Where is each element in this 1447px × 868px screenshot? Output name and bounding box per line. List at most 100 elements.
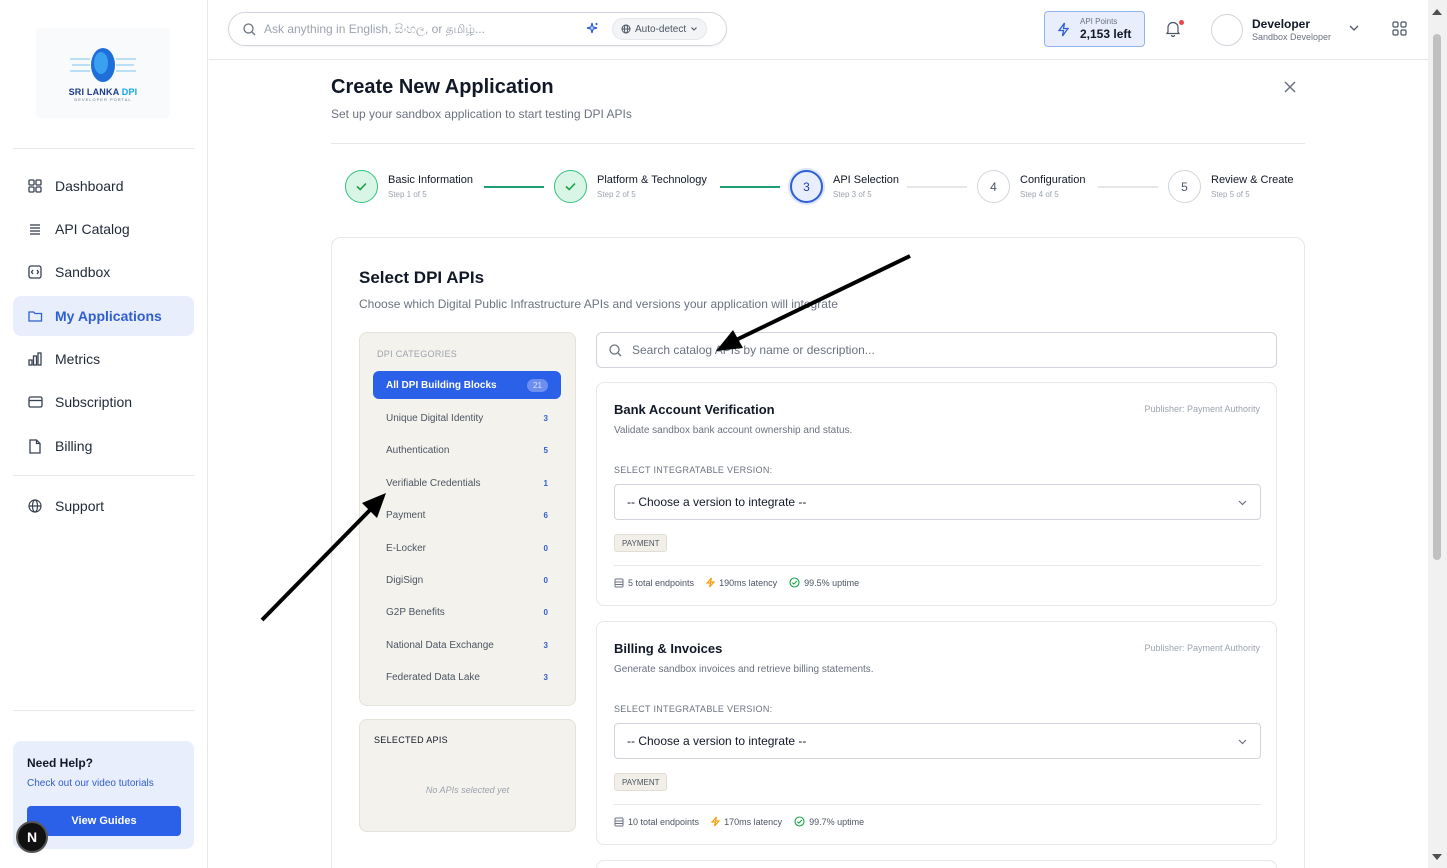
chevron-down-icon bbox=[1238, 739, 1247, 745]
close-icon[interactable] bbox=[1282, 79, 1298, 95]
scrollbar-thumb[interactable] bbox=[1433, 34, 1441, 560]
step-connector bbox=[907, 186, 967, 188]
category-heading: DPI CATEGORIES bbox=[377, 349, 458, 359]
step-4-circle[interactable]: 4 bbox=[977, 170, 1010, 203]
version-select[interactable]: -- Choose a version to integrate -- bbox=[614, 723, 1261, 759]
step-1-name: Basic Information bbox=[388, 174, 473, 186]
api-search-input[interactable] bbox=[632, 343, 1232, 357]
step-1-circle[interactable] bbox=[345, 170, 378, 203]
sparkle-icon[interactable] bbox=[586, 22, 599, 35]
chevron-down-icon bbox=[1238, 500, 1247, 506]
category-count: 21 bbox=[527, 378, 548, 392]
logo-wordmark: SRI LANKA DPI bbox=[68, 86, 138, 97]
sidebar-item-subscription[interactable]: Subscription bbox=[13, 382, 194, 422]
page-title: Create New Application bbox=[331, 76, 554, 98]
category-item-national-data-exchange[interactable]: National Data Exchange 3 bbox=[373, 631, 561, 659]
category-item-all[interactable]: All DPI Building Blocks 21 bbox=[373, 371, 561, 399]
category-count: 5 bbox=[543, 445, 548, 455]
sidebar-item-label: Support bbox=[55, 498, 105, 514]
api-uptime: 99.5% uptime bbox=[804, 577, 860, 588]
api-card: Billing & Invoices Publisher: Payment Au… bbox=[596, 621, 1277, 845]
category-item-e-locker[interactable]: E-Locker 0 bbox=[373, 534, 561, 562]
category-count: 0 bbox=[543, 607, 548, 617]
globe-icon bbox=[621, 24, 631, 34]
database-icon bbox=[614, 578, 624, 587]
user-name[interactable]: Developer bbox=[1252, 17, 1310, 31]
category-item-payment[interactable]: Payment 6 bbox=[373, 501, 561, 529]
api-publisher: Publisher: Payment Authority bbox=[1144, 404, 1260, 414]
step-3-sub: Step 3 of 5 bbox=[833, 190, 872, 199]
chevron-down-icon[interactable] bbox=[1348, 22, 1360, 34]
portal-logo[interactable]: SRI LANKA DPI DEVELOPER PORTAL bbox=[36, 28, 170, 118]
category-count: 1 bbox=[543, 478, 548, 488]
sidebar-item-support[interactable]: Support bbox=[13, 486, 194, 526]
check-icon bbox=[356, 182, 367, 191]
version-label: SELECT INTEGRATABLE VERSION: bbox=[614, 704, 773, 714]
api-points-badge[interactable]: API Points 2,153 left bbox=[1044, 11, 1145, 47]
apps-grid-icon[interactable] bbox=[1392, 21, 1407, 36]
search-icon bbox=[243, 22, 256, 35]
globe-icon bbox=[27, 498, 43, 514]
page-scrollbar[interactable] bbox=[1428, 0, 1447, 868]
chevron-down-icon bbox=[691, 27, 698, 31]
category-count: 3 bbox=[543, 640, 548, 650]
step-3-circle[interactable]: 3 bbox=[790, 170, 823, 203]
api-description: Validate sandbox bank account ownership … bbox=[614, 425, 853, 436]
section-title: Select DPI APIs bbox=[359, 268, 485, 287]
api-points-label: API Points bbox=[1080, 17, 1118, 26]
global-search-input[interactable] bbox=[264, 22, 564, 36]
api-publisher: Publisher: Payment Authority bbox=[1144, 643, 1260, 653]
category-panel: DPI CATEGORIES All DPI Building Blocks 21… bbox=[359, 332, 576, 706]
sidebar-item-label: Dashboard bbox=[55, 178, 124, 194]
sidebar-item-sandbox[interactable]: Sandbox bbox=[13, 252, 194, 292]
step-2-circle[interactable] bbox=[554, 170, 587, 203]
category-item-unique-digital-identity[interactable]: Unique Digital Identity 3 bbox=[373, 404, 561, 432]
sidebar-divider bbox=[13, 475, 194, 476]
help-title: Need Help? bbox=[27, 756, 94, 770]
category-item-authentication[interactable]: Authentication 5 bbox=[373, 436, 561, 464]
step-2-name: Platform & Technology bbox=[597, 174, 707, 186]
sidebar-item-label: API Catalog bbox=[55, 221, 130, 237]
step-5-circle[interactable]: 5 bbox=[1168, 170, 1201, 203]
sidebar-item-dashboard[interactable]: Dashboard bbox=[13, 166, 194, 206]
user-role: Sandbox Developer bbox=[1252, 32, 1332, 42]
category-item-g2p-benefits[interactable]: G2P Benefits 0 bbox=[373, 598, 561, 626]
category-item-verifiable-credentials[interactable]: Verifiable Credentials 1 bbox=[373, 469, 561, 497]
sidebar-item-label: Subscription bbox=[55, 394, 133, 410]
api-latency: 190ms latency bbox=[719, 577, 778, 588]
api-search[interactable] bbox=[596, 332, 1277, 368]
api-title: Billing & Invoices bbox=[614, 641, 723, 656]
sidebar-item-metrics[interactable]: Metrics bbox=[13, 339, 194, 379]
version-label: SELECT INTEGRATABLE VERSION: bbox=[614, 465, 773, 475]
version-select[interactable]: -- Choose a version to integrate -- bbox=[614, 484, 1261, 520]
api-stats: 5 total endpoints 190ms latency 99.5% up… bbox=[614, 577, 859, 588]
sidebar-item-label: My Applications bbox=[55, 308, 162, 324]
scroll-up-arrow-icon[interactable] bbox=[1432, 9, 1442, 15]
help-subtitle[interactable]: Check out our video tutorials bbox=[27, 778, 180, 789]
view-guides-button[interactable]: View Guides bbox=[27, 806, 181, 836]
lightning-icon bbox=[711, 816, 721, 827]
bar-chart-icon bbox=[27, 351, 43, 367]
global-search[interactable]: Auto-detect bbox=[228, 12, 727, 46]
language-select-value: Auto-detect bbox=[635, 23, 687, 35]
scroll-down-arrow-icon[interactable] bbox=[1432, 854, 1442, 860]
api-stats: 10 total endpoints 170ms latency 99.7% u… bbox=[614, 816, 864, 827]
step-1-sub: Step 1 of 5 bbox=[388, 190, 427, 199]
sidebar-item-label: Sandbox bbox=[55, 264, 111, 280]
category-item-digisign[interactable]: DigiSign 0 bbox=[373, 566, 561, 594]
sidebar-item-my-applications[interactable]: My Applications bbox=[13, 296, 194, 336]
language-select[interactable]: Auto-detect bbox=[612, 18, 708, 40]
grid-icon bbox=[27, 178, 43, 194]
framework-badge[interactable]: N bbox=[16, 821, 48, 853]
api-description: Generate sandbox invoices and retrieve b… bbox=[614, 664, 874, 675]
avatar[interactable] bbox=[1211, 14, 1243, 46]
sidebar-item-label: Billing bbox=[55, 438, 93, 454]
category-item-federated-data-lake[interactable]: Federated Data Lake 3 bbox=[373, 663, 561, 691]
sidebar-item-billing[interactable]: Billing bbox=[13, 426, 194, 466]
sidebar-item-api-catalog[interactable]: API Catalog bbox=[13, 209, 194, 249]
lightning-icon bbox=[1057, 22, 1070, 36]
top-header: Auto-detect API Points 2,153 left Develo… bbox=[209, 0, 1428, 60]
step-4-name: Configuration bbox=[1020, 174, 1086, 186]
version-select-value: -- Choose a version to integrate -- bbox=[627, 495, 807, 509]
api-card: Bank Account Verification Publisher: Pay… bbox=[596, 382, 1277, 606]
